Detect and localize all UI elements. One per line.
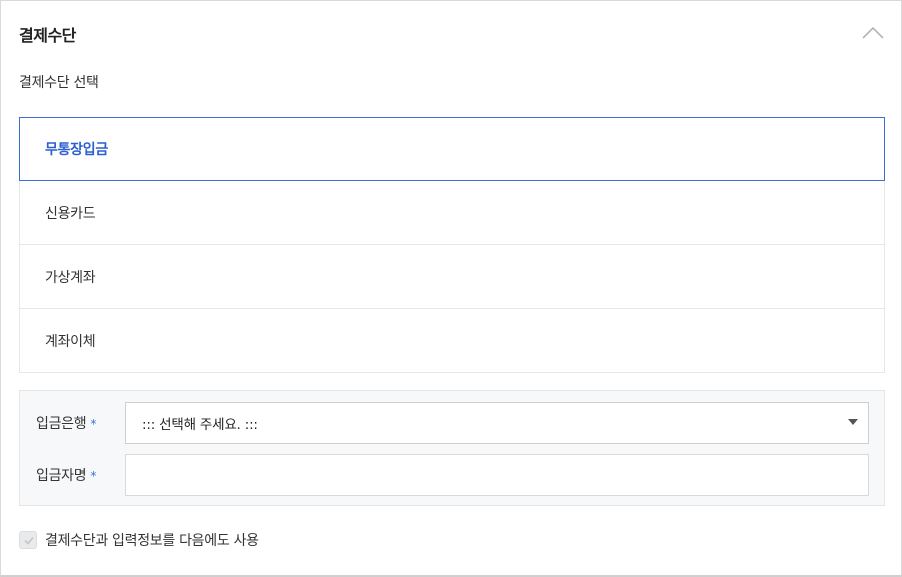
payment-method-list: 무통장입금 신용카드 가상계좌 계좌이체 — [19, 117, 885, 373]
section-title: 결제수단 — [19, 26, 76, 45]
checkmark-icon — [24, 536, 34, 545]
remember-payment-option[interactable]: 결제수단과 입력정보를 다음에도 사용 — [19, 529, 419, 551]
remember-checkbox-label: 결제수단과 입력정보를 다음에도 사용 — [45, 533, 259, 549]
payment-method-credit-card[interactable]: 신용카드 — [19, 181, 885, 245]
payment-method-label: 무통장입금 — [45, 142, 108, 158]
payment-method-virtual-account[interactable]: 가상계좌 — [19, 245, 885, 309]
required-mark: * — [90, 469, 97, 483]
collapse-button[interactable] — [859, 21, 887, 45]
deposit-info-form: 입금은행 * ::: 선택해 주세요. ::: 입금자명 * — [19, 390, 885, 506]
payment-method-panel: 결제수단 결제수단 선택 무통장입금 신용카드 가상계좌 계좌이체 입금은행 * … — [0, 0, 902, 577]
payment-method-label: 가상계좌 — [45, 269, 96, 286]
bank-row: 입금은행 * ::: 선택해 주세요. ::: — [20, 402, 884, 444]
bank-select[interactable]: ::: 선택해 주세요. ::: — [125, 402, 869, 444]
dropdown-caret-icon — [848, 419, 858, 425]
required-mark: * — [90, 417, 97, 431]
section-header: 결제수단 — [1, 1, 901, 67]
bank-label: 입금은행 * — [36, 416, 97, 432]
chevron-up-icon — [862, 26, 884, 39]
payment-method-label: 신용카드 — [45, 205, 96, 222]
depositor-row: 입금자명 * — [20, 454, 884, 496]
depositor-name-input[interactable] — [125, 454, 869, 496]
remember-checkbox[interactable] — [19, 531, 37, 549]
depositor-name-label: 입금자명 * — [36, 468, 97, 484]
payment-method-label: 계좌이체 — [45, 333, 96, 350]
payment-method-bank-transfer[interactable]: 무통장입금 — [19, 117, 885, 181]
bank-select-value: ::: 선택해 주세요. ::: — [142, 417, 258, 433]
payment-method-account-transfer[interactable]: 계좌이체 — [19, 309, 885, 373]
section-subtitle: 결제수단 선택 — [19, 75, 99, 91]
